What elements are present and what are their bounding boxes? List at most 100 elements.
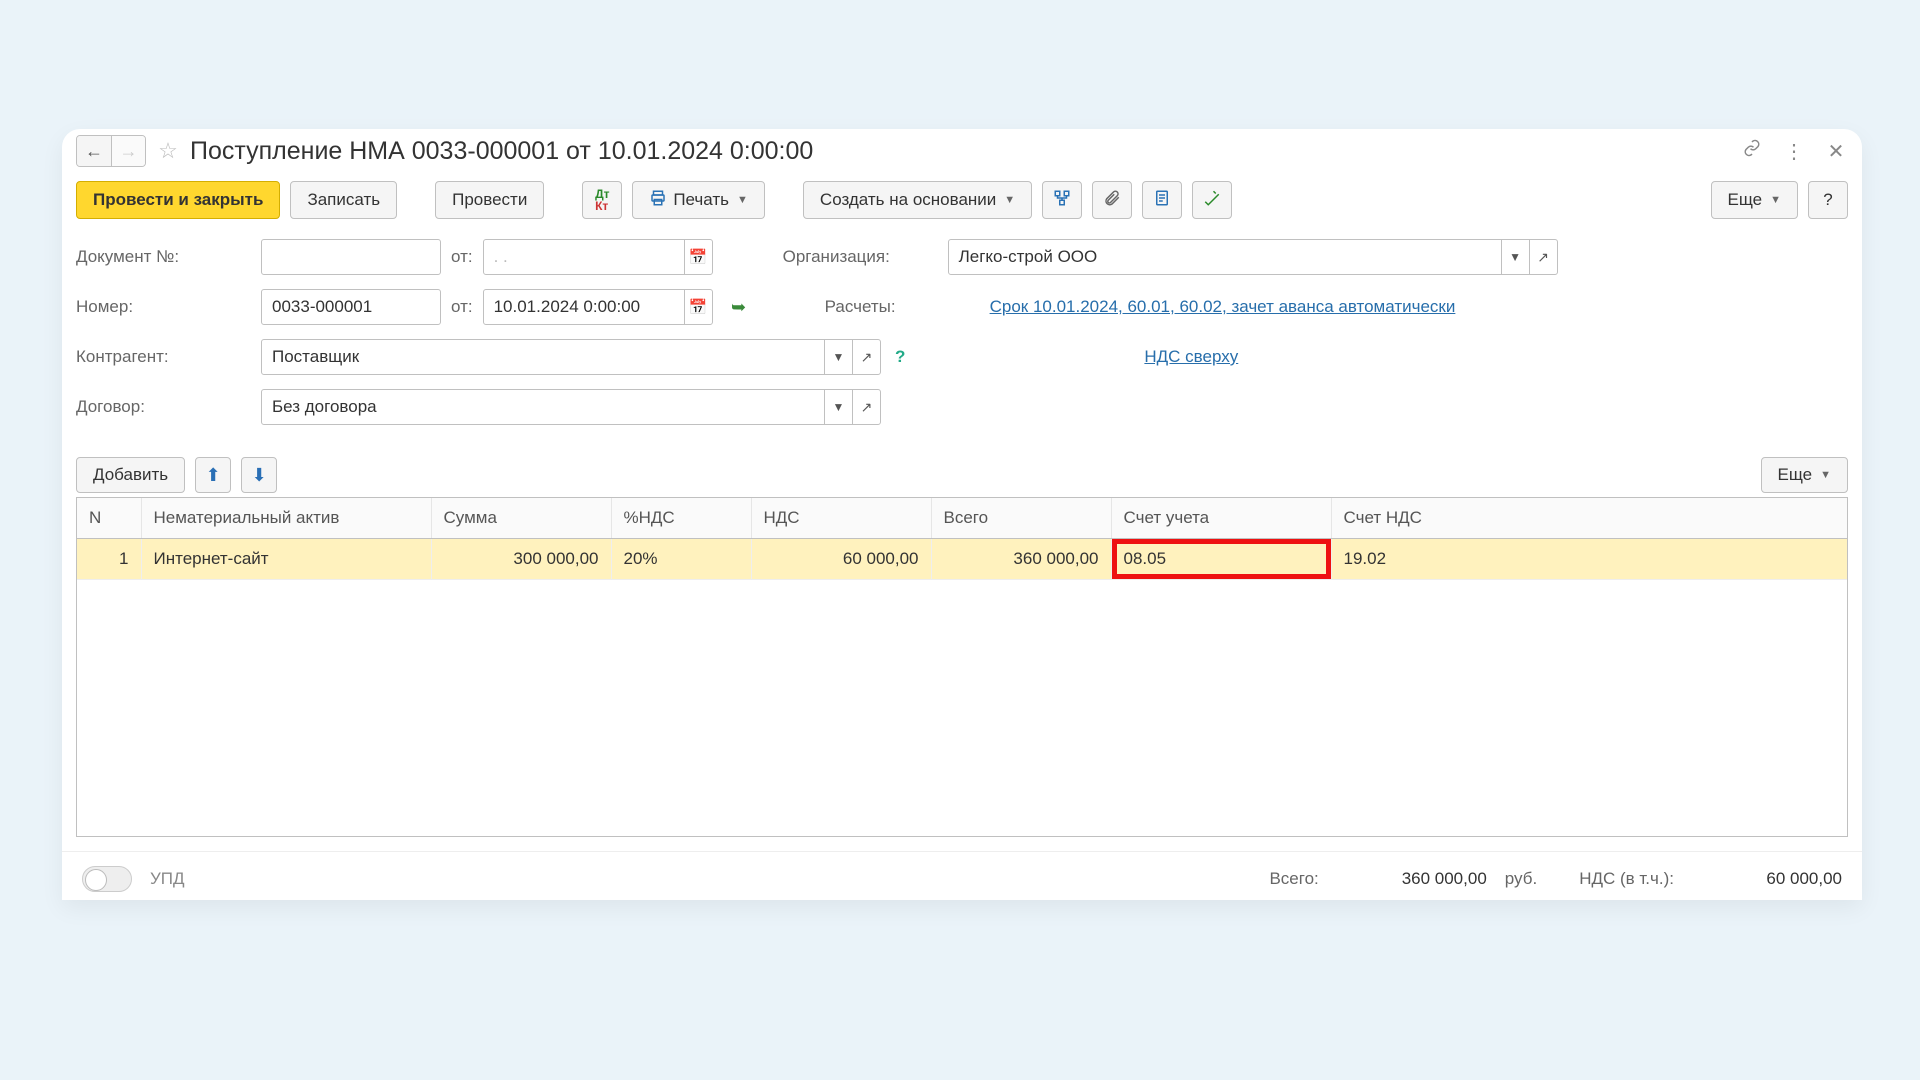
cell-n[interactable]: 1 <box>77 539 141 580</box>
create-based-on-label: Создать на основании <box>820 190 996 210</box>
document-window: ← → ☆ Поступление НМА 0033-000001 от 10.… <box>62 129 1862 900</box>
add-row-label: Добавить <box>93 465 168 485</box>
footer-bar: УПД Всего: 360 000,00 руб. НДС (в т.ч.):… <box>62 851 1862 900</box>
arrow-left-icon: ← <box>85 141 103 162</box>
print-label: Печать <box>673 190 729 210</box>
dropdown-icon[interactable]: ▼ <box>1501 240 1529 274</box>
cell-vat[interactable]: 60 000,00 <box>751 539 931 580</box>
org-select[interactable]: Легко-строй ООО ▼ ↗ <box>948 239 1558 275</box>
dt-kt-button[interactable]: ДтКт <box>582 181 622 219</box>
col-acct[interactable]: Счет учета <box>1111 498 1331 539</box>
footer-vat-incl-value: 60 000,00 <box>1692 869 1842 889</box>
post-and-close-label: Провести и закрыть <box>93 190 263 210</box>
help-button[interactable]: ? <box>1808 181 1848 219</box>
number-value: 0033-000001 <box>272 297 372 317</box>
structure-button[interactable] <box>1042 181 1082 219</box>
more-label: Еще <box>1728 190 1763 210</box>
report-button[interactable] <box>1142 181 1182 219</box>
dt-kt-icon: ДтКт <box>595 188 609 212</box>
list-more-button[interactable]: Еще ▼ <box>1761 457 1848 493</box>
open-external-icon[interactable]: ↗ <box>1529 240 1557 274</box>
nav-forward-button[interactable]: → <box>111 136 145 166</box>
cell-sum[interactable]: 300 000,00 <box>431 539 611 580</box>
upd-toggle[interactable] <box>82 866 132 892</box>
footer-total-label: Всего: <box>1269 869 1318 889</box>
footer-total-value: 360 000,00 <box>1337 869 1487 889</box>
help-icon: ? <box>1823 190 1832 210</box>
col-vat[interactable]: НДС <box>751 498 931 539</box>
edit-check-button[interactable] <box>1192 181 1232 219</box>
dropdown-icon[interactable]: ▼ <box>824 390 852 424</box>
page-title: Поступление НМА 0033-000001 от 10.01.202… <box>190 137 1732 166</box>
form-area: Документ №: от: . . 📅 Организация: Легко… <box>62 239 1862 453</box>
caret-down-icon: ▼ <box>1770 194 1781 206</box>
add-row-button[interactable]: Добавить <box>76 457 185 493</box>
number-input[interactable]: 0033-000001 <box>261 289 441 325</box>
number-date-input[interactable]: 10.01.2024 0:00:00 📅 <box>483 289 713 325</box>
open-external-icon[interactable]: ↗ <box>852 340 880 374</box>
doc-no-date-input[interactable]: . . 📅 <box>483 239 713 275</box>
pencil-check-icon <box>1203 189 1221 212</box>
move-up-button[interactable]: ⬆ <box>195 457 231 493</box>
caret-down-icon: ▼ <box>1004 194 1015 206</box>
dropdown-icon[interactable]: ▼ <box>824 340 852 374</box>
counterparty-select[interactable]: Поставщик ▼ ↗ <box>261 339 881 375</box>
col-n[interactable]: N <box>77 498 141 539</box>
move-down-button[interactable]: ⬇ <box>241 457 277 493</box>
calc-link[interactable]: Срок 10.01.2024, 60.01, 60.02, зачет ава… <box>990 297 1456 317</box>
form-row-doc-no: Документ №: от: . . 📅 Организация: Легко… <box>76 239 1848 275</box>
post-button[interactable]: Провести <box>435 181 544 219</box>
counterparty-label: Контрагент: <box>76 347 251 367</box>
org-value: Легко-строй ООО <box>959 247 1098 267</box>
upd-label: УПД <box>150 869 185 889</box>
col-total[interactable]: Всего <box>931 498 1111 539</box>
form-row-counterparty: Контрагент: Поставщик ▼ ↗ ? НДС сверху <box>76 339 1848 375</box>
table-row[interactable]: 1 Интернет-сайт 300 000,00 20% 60 000,00… <box>77 539 1847 580</box>
nav-group: ← → <box>76 135 146 167</box>
structure-icon <box>1053 189 1071 212</box>
org-label: Организация: <box>783 247 938 267</box>
contract-label: Договор: <box>76 397 251 417</box>
list-toolbar: Добавить ⬆ ⬇ Еще ▼ <box>62 453 1862 497</box>
post-and-close-button[interactable]: Провести и закрыть <box>76 181 280 219</box>
print-button[interactable]: Печать ▼ <box>632 181 765 219</box>
arrow-down-icon: ⬇ <box>252 465 267 486</box>
calendar-icon[interactable]: 📅 <box>684 290 712 324</box>
create-based-on-button[interactable]: Создать на основании ▼ <box>803 181 1032 219</box>
number-from-label: от: <box>451 297 473 317</box>
more-button[interactable]: Еще ▼ <box>1711 181 1798 219</box>
kebab-menu-button[interactable]: ⋮ <box>1782 139 1806 164</box>
cell-asset[interactable]: Интернет-сайт <box>141 539 431 580</box>
go-button[interactable]: ➥ <box>723 291 755 323</box>
arrow-go-icon: ➥ <box>731 297 746 318</box>
vat-link[interactable]: НДС сверху <box>1144 347 1238 367</box>
number-label: Номер: <box>76 297 251 317</box>
write-button[interactable]: Записать <box>290 181 397 219</box>
close-button[interactable]: ✕ <box>1824 139 1848 164</box>
footer-currency: руб. <box>1505 869 1537 889</box>
paperclip-icon <box>1103 189 1121 212</box>
cell-acct[interactable]: 08.05 <box>1111 539 1331 580</box>
cell-vat-pct[interactable]: 20% <box>611 539 751 580</box>
col-vat-acct[interactable]: Счет НДС <box>1331 498 1847 539</box>
col-asset[interactable]: Нематериальный актив <box>141 498 431 539</box>
counterparty-help-icon[interactable]: ? <box>891 347 909 367</box>
cell-vat-acct[interactable]: 19.02 <box>1331 539 1847 580</box>
doc-no-from-label: от: <box>451 247 473 267</box>
doc-no-input[interactable] <box>261 239 441 275</box>
attachments-button[interactable] <box>1092 181 1132 219</box>
col-sum[interactable]: Сумма <box>431 498 611 539</box>
title-actions: ⋮ ✕ <box>1740 139 1848 164</box>
arrow-right-icon: → <box>120 141 138 162</box>
number-date-value: 10.01.2024 0:00:00 <box>494 297 641 317</box>
col-vat-pct[interactable]: %НДС <box>611 498 751 539</box>
nav-back-button[interactable]: ← <box>77 136 111 166</box>
printer-icon <box>649 189 667 212</box>
cell-total[interactable]: 360 000,00 <box>931 539 1111 580</box>
favorite-button[interactable]: ☆ <box>154 137 182 165</box>
contract-select[interactable]: Без договора ▼ ↗ <box>261 389 881 425</box>
link-icon[interactable] <box>1740 139 1764 163</box>
calendar-icon[interactable]: 📅 <box>684 240 712 274</box>
open-external-icon[interactable]: ↗ <box>852 390 880 424</box>
items-table: N Нематериальный актив Сумма %НДС НДС Вс… <box>76 497 1848 837</box>
